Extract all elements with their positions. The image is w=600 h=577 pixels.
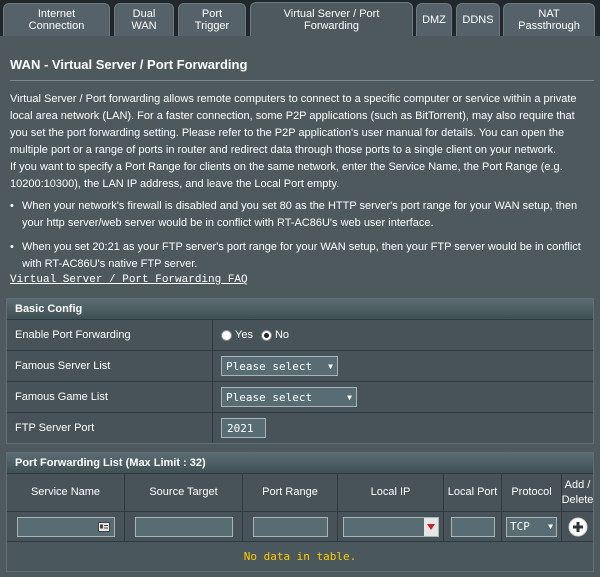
column-service-name: Service Name xyxy=(7,474,125,511)
page-title: WAN - Virtual Server / Port Forwarding xyxy=(10,57,248,72)
list-item: • When your network's firewall is disabl… xyxy=(10,198,590,232)
column-local-port: Local Port xyxy=(444,474,502,511)
chevron-down-icon: ▼ xyxy=(347,392,352,402)
local-port-input[interactable] xyxy=(450,516,495,537)
bullet-dot-icon: • xyxy=(10,241,14,253)
column-local-ip: Local IP xyxy=(338,474,444,511)
column-protocol: Protocol xyxy=(502,474,562,511)
description-text-2: If you want to specify a Port Range for … xyxy=(10,161,563,190)
famous-server-label: Famous Server List xyxy=(7,351,213,381)
contact-card-icon[interactable] xyxy=(97,521,110,532)
famous-server-value: Please select xyxy=(226,359,313,373)
chevron-down-icon: ▼ xyxy=(328,361,333,371)
description-text: Virtual Server / Port forwarding allows … xyxy=(10,93,577,156)
add-circle-icon[interactable] xyxy=(568,517,588,537)
enable-port-forwarding-row: Enable Port Forwarding Yes No xyxy=(7,319,593,350)
radio-yes-circle[interactable] xyxy=(221,329,232,341)
description: Virtual Server / Port forwarding allows … xyxy=(10,91,590,193)
note-text: When your network's firewall is disabled… xyxy=(22,200,578,229)
ftp-port-row: FTP Server Port 2021 xyxy=(7,412,593,443)
title-divider xyxy=(10,80,594,81)
tab-dmz[interactable]: DMZ xyxy=(416,3,452,36)
radio-no-circle[interactable] xyxy=(260,329,272,341)
dropdown-arrow-icon[interactable] xyxy=(423,517,438,536)
port-forwarding-list-table: Port Forwarding List (Max Limit : 32) Se… xyxy=(6,452,594,572)
note-text: When you set 20:21 as your FTP server's … xyxy=(22,241,581,270)
column-source-target: Source Target xyxy=(125,474,243,511)
ftp-port-input[interactable]: 2021 xyxy=(221,418,266,438)
tab-ddns[interactable]: DDNS xyxy=(456,3,500,36)
radio-yes[interactable]: Yes xyxy=(221,329,253,341)
column-add-delete: Add / Delete xyxy=(561,478,594,506)
service-name-input[interactable] xyxy=(16,516,115,537)
notes-list: • When your network's firewall is disabl… xyxy=(10,198,590,280)
list-item: • When you set 20:21 as your FTP server'… xyxy=(10,239,590,273)
tab-virtual-server[interactable]: Virtual Server / Port Forwarding xyxy=(250,2,413,36)
basic-config-header: Basic Config xyxy=(7,299,593,319)
main-panel: WAN - Virtual Server / Port Forwarding V… xyxy=(0,36,600,577)
tab-bar: Internet Connection Dual WAN Port Trigge… xyxy=(0,0,600,36)
protocol-select[interactable]: TCP ▼ xyxy=(506,516,557,537)
port-range-input[interactable] xyxy=(252,516,328,537)
faq-link[interactable]: Virtual Server / Port Forwarding FAQ xyxy=(10,274,248,286)
famous-server-select[interactable]: Please select ▼ xyxy=(221,356,338,376)
port-forwarding-list-header: Port Forwarding List (Max Limit : 32) xyxy=(7,453,593,473)
bullet-dot-icon: • xyxy=(10,200,14,212)
table-header-row: Service Name Source Target Port Range Lo… xyxy=(7,473,593,511)
local-ip-input[interactable] xyxy=(342,516,439,537)
famous-game-label: Famous Game List xyxy=(7,382,213,412)
radio-no[interactable]: No xyxy=(260,329,290,341)
tab-port-trigger[interactable]: Port Trigger xyxy=(178,3,246,36)
new-rule-row: TCP ▼ xyxy=(7,511,593,541)
tab-internet-connection[interactable]: Internet Connection xyxy=(3,3,110,36)
protocol-value: TCP xyxy=(510,520,530,533)
tab-nat-passthrough[interactable]: NAT Passthrough xyxy=(503,3,595,36)
famous-game-value: Please select xyxy=(226,390,313,404)
empty-table-message: No data in table. xyxy=(7,541,593,571)
ftp-port-label: FTP Server Port xyxy=(7,413,213,443)
tab-dual-wan[interactable]: Dual WAN xyxy=(114,3,174,36)
famous-game-row: Famous Game List Please select ▼ xyxy=(7,381,593,412)
radio-yes-label: Yes xyxy=(235,329,253,341)
famous-server-row: Famous Server List Please select ▼ xyxy=(7,350,593,381)
radio-no-label: No xyxy=(274,329,290,341)
column-port-range: Port Range xyxy=(243,474,338,511)
basic-config-table: Basic Config Enable Port Forwarding Yes … xyxy=(6,298,594,444)
enable-port-forwarding-label: Enable Port Forwarding xyxy=(7,320,213,350)
source-target-input[interactable] xyxy=(134,516,233,537)
famous-game-select[interactable]: Please select ▼ xyxy=(221,387,357,407)
chevron-down-icon: ▼ xyxy=(548,522,553,531)
